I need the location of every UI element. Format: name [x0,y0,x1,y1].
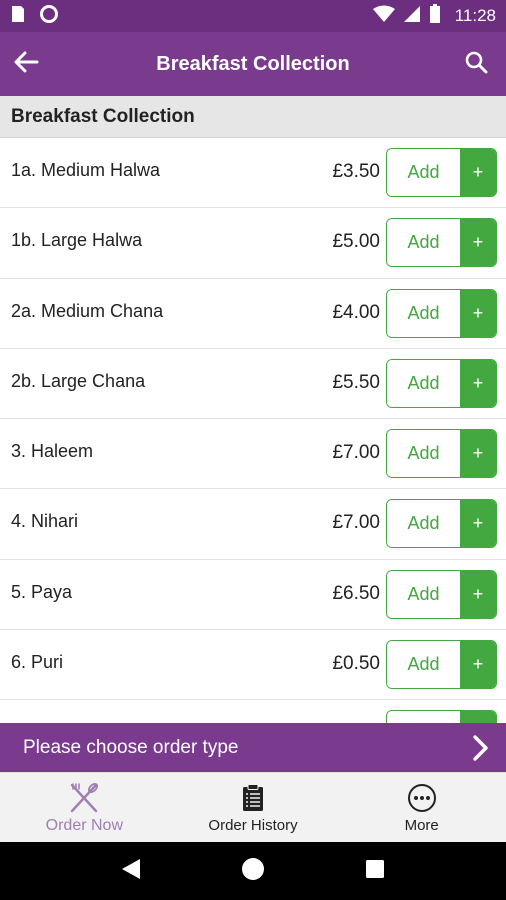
system-home-icon[interactable] [241,857,265,886]
plus-icon[interactable]: + [460,149,496,196]
item-price: £5.00 [332,231,380,253]
nav-label: Order History [208,817,298,834]
plus-icon[interactable]: + [460,219,496,267]
plus-icon[interactable]: + [460,359,496,407]
more-dots-icon [405,782,439,814]
plus-icon[interactable]: + [460,570,496,618]
item-price: £5.50 [332,371,380,393]
item-name: 1b. Large Halwa [11,230,143,251]
item-name: 1a. Medium Halwa [11,160,161,180]
system-recents-icon[interactable] [364,858,386,885]
arrow-left-icon [13,51,39,78]
menu-item: 2a. Medium Chana £4.00 Add + [0,279,506,349]
menu-item: 6. Puri £0.50 Add + [0,630,506,701]
search-icon [464,50,488,79]
add-to-order-button[interactable]: Add+ [386,569,497,619]
signal-icon [403,5,421,28]
add-to-order-button[interactable]: Add+ [386,710,497,723]
item-price: £6.50 [332,582,380,604]
plus-icon[interactable]: + [460,641,496,689]
menu-item: 5. Paya £6.50 Add + [0,560,506,631]
page-title: Breakfast Collection [156,52,350,75]
item-price: £3.50 [332,161,380,182]
clipboard-icon [236,782,270,814]
add-to-order-button[interactable]: Add+ [386,640,497,690]
menu-list[interactable]: 1a. Medium Halwa £3.50 Add +1b. Large Halwa… [0,138,506,723]
menu-item: Add+ [0,700,506,723]
nav-order-history[interactable]: Order History [169,773,338,842]
chevron-right-icon [468,733,492,763]
app-bar: Breakfast Collection [0,32,506,96]
add-to-order-button[interactable]: Add+ [386,288,497,338]
add-button-label[interactable]: Add [387,641,460,689]
add-button-label[interactable]: Add [387,570,460,618]
plus-icon[interactable]: + [460,289,496,337]
wifi-icon [372,5,395,28]
section-header: Breakfast Collection [0,96,506,138]
search-button[interactable] [460,46,492,82]
battery-icon [429,3,441,29]
system-back-icon[interactable] [120,857,142,886]
item-price: £7.00 [332,442,380,464]
status-time: 11:28 [454,6,496,25]
add-button-label[interactable]: Add [387,711,460,723]
order-type-button[interactable]: Please choose order type [0,723,506,772]
bottom-nav: Order Now Order History More [0,772,506,842]
item-price: £0.50 [332,653,380,675]
menu-item: 1a. Medium Halwa £3.50 Add + [0,138,506,209]
nav-label: Order Now [45,817,124,834]
add-button-label[interactable]: Add [387,359,460,407]
plus-icon[interactable]: + [460,430,496,478]
add-button-label[interactable]: Add [387,149,460,196]
menu-item: 1b. Large Halwa £5.00 Add + [0,208,506,279]
nav-label: More [404,817,439,834]
add-to-order-button[interactable]: Add+ [386,148,497,197]
nav-more[interactable]: More [337,773,506,842]
add-button-label[interactable]: Add [387,500,460,548]
fork-knife-icon [67,782,101,814]
sim-card-icon [10,5,26,28]
menu-item: 2b. Large Chana £5.50 Add + [0,349,506,420]
add-to-order-button[interactable]: Add+ [386,499,497,549]
item-price: £4.00 [332,301,380,323]
status-bar: 11:28 [0,0,506,32]
circle-status-icon [40,4,58,28]
nav-order-now[interactable]: Order Now [0,773,169,842]
add-to-order-button[interactable]: Add+ [386,218,497,268]
item-name: 2a. Medium Chana [11,300,164,321]
item-name: 4. Nihari [11,511,79,532]
item-name: 3. Haleem [11,441,94,462]
item-name: 6. Puri [11,652,64,673]
item-price: £7.00 [332,512,380,534]
add-to-order-button[interactable]: Add+ [386,358,497,408]
menu-item: 3. Haleem £7.00 Add + [0,419,506,490]
menu-item: 4. Nihari £7.00 Add + [0,489,506,560]
plus-icon[interactable]: + [460,711,496,723]
add-button-label[interactable]: Add [387,289,460,337]
plus-icon[interactable]: + [460,500,496,548]
add-button-label[interactable]: Add [387,430,460,478]
order-type-label: Please choose order type [23,736,239,758]
system-nav-bar [0,842,506,900]
item-name: 2b. Large Chana [11,370,146,391]
back-button[interactable] [10,46,42,82]
item-name: 5. Paya [11,581,73,602]
add-to-order-button[interactable]: Add+ [386,429,497,479]
add-button-label[interactable]: Add [387,219,460,267]
